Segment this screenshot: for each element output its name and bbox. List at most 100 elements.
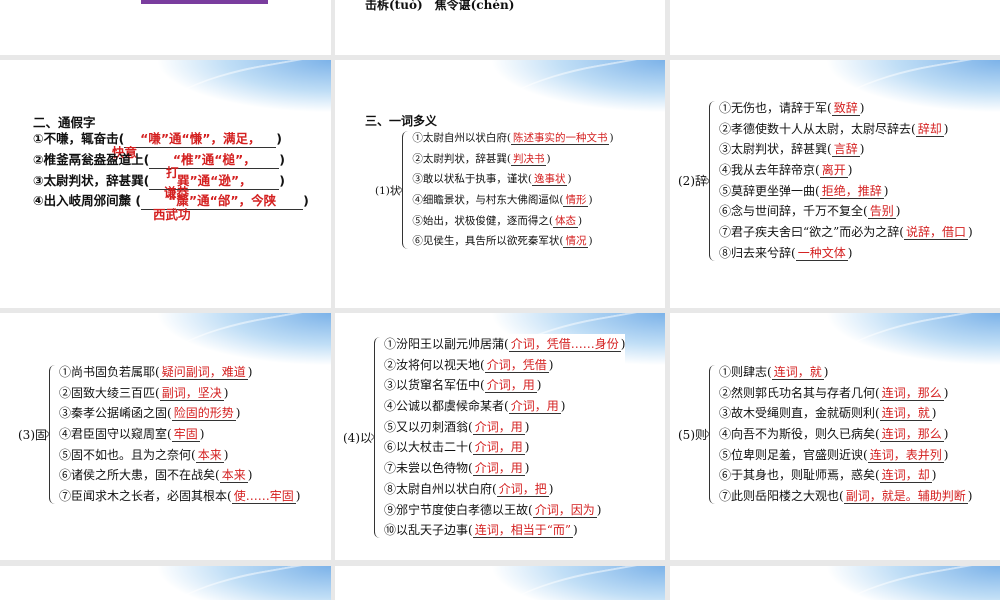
slide-top-left[interactable] [0,0,331,55]
answer-text: 一种文体 [795,245,848,261]
list-item: ⑧太尉自州以状白府(介词，把) [384,479,625,500]
list-item: ⑥见侯生，具告所以欲死秦军状(情况) [412,231,613,252]
list-item: ⑥念与世间辞，千万不复全(告别) [719,201,973,222]
list-item: ⑤始出，状极俊健，逐而得之(体态) [412,211,613,232]
example-list: ①尚书固负若属耶(疑问副词，难道) ②固致大绫三百匹(副词，坚决) ③秦孝公据崤函之… [59,362,300,507]
answer-text: 介词，用 [508,399,561,415]
list-item: ⑥于其身也，则耻师焉，惑矣(连词，却) [719,465,972,486]
answer-text: 体态 [552,214,578,228]
answer-text: 介词，用 [472,461,525,477]
answer-text: 连词，相当于“而” [472,523,573,539]
close-paren: ) [536,378,542,393]
slide-bottom-middle[interactable] [335,566,665,600]
list-item: ②固致大绫三百匹(副词，坚决) [59,383,300,404]
example-sentence: ⑥以大杖击二十( [384,440,473,455]
close-paren: ) [295,489,301,504]
list-item: ⑦君子疾夫舍曰“欲之”而必为之辞(说辞，借口) [719,222,973,243]
close-paren: ) [967,225,973,240]
brace-icon [374,337,381,538]
answer-text: 连词，那么 [879,427,944,443]
slide-bottom-left[interactable] [0,566,331,600]
slide-banner [0,566,331,600]
list-item: ④细瞻景状，与村东大佛阁逼似(情形) [412,190,613,211]
answer-text: 致辞 [831,101,860,116]
example-sentence: ⑧太尉自州以状白府( [384,481,497,496]
list-item: ①太尉自州以状白府(陈述事实的一种文书) [412,128,614,149]
close-paren: ) [247,468,253,483]
slide-top-middle[interactable]: 击柝(tuò) 焦令谌(chén) [335,0,665,55]
list-item: ⑥以大杖击二十(介词，用) [384,437,625,458]
answer-text: 连词，表并列 [867,447,944,463]
close-paren: ) [247,365,253,379]
close-paren: ) [548,481,554,496]
section-title: 三、一词多义 [365,114,438,128]
example-list: ①无伤也，请辞于军(致辞) ②孝德使数十人从太尉，太尉尽辞去(辞却) ③太尉判状，辞… [719,98,973,264]
close-paren: ) [588,194,593,207]
slide-ci[interactable]: (2)辞 ①无伤也，请辞于军(致辞) ②孝德使数十人从太尉，太尉尽辞去(辞却) ③太… [670,60,1000,308]
example-sentence: ④细瞻景状，与村东大佛阁逼似( [412,194,564,207]
answer-text: 本来 [195,447,224,463]
word-group-zhuang: (1)状 ①太尉自州以状白府(陈述事实的一种文书) ②太尉判状，辞甚巽(判决书) ③… [375,128,614,252]
purple-title-bar [141,0,268,4]
close-paren: ) [235,406,241,421]
answer-overflow: 西武功 [153,207,191,222]
close-paren: ) [859,142,865,157]
example-sentence: ①尚书固负若属耶( [59,365,160,379]
example-sentence: ⑦未尝以色待物( [384,461,473,476]
close-paren: ) [847,245,853,260]
list-item: ②太尉判状，辞甚巽(判决书) [412,149,613,170]
close-paren: ) [223,385,229,400]
word-group-yi: (4)以 ①汾阳王以副元帅居蒲(介词，凭借……身份) ②汝将何以视天地(介词，凭借… [343,334,626,541]
slide-banner [335,60,665,118]
example-sentence: ③秦孝公据崤函之固( [59,406,172,421]
slide-banner [670,566,1000,600]
list-item: ③秦孝公据崤函之固(险固的形势) [59,403,300,424]
slide-gu[interactable]: (3)固 ①尚书固负若属耶(疑问副词，难道) ②固致大绫三百匹(副词，坚决) ③秦孝… [0,313,331,560]
list-item: ⑤位卑则足羞，官盛则近谀(连词，表并列) [719,445,972,466]
answer-text: 副词，坚决 [159,385,224,401]
close-paren: ) [943,427,949,442]
word-group-ci: (2)辞 ①无伤也，请辞于军(致辞) ②孝德使数十人从太尉，太尉尽辞去(辞却) ③太… [678,98,973,264]
slide-bottom-right[interactable] [670,566,1000,600]
answer-text: 介词，凭借 [484,357,549,373]
slide-yi[interactable]: (4)以 ①汾阳王以副元帅居蒲(介词，凭借……身份) ②汝将何以视天地(介词，凭借… [335,313,665,560]
answer-text: 陈述事实的一种文书 [510,132,610,145]
answer-text: 离开 [819,163,848,179]
close-paren: ) [895,204,901,219]
answer-text: 连词，就 [771,365,824,380]
example-sentence: ⑦君子疾夫舍曰“欲之”而必为之辞( [719,225,904,240]
slide-ze[interactable]: (5)则 ①则肆志(连词，就) ②然则郭氏功名其与存者几何(连词，那么) ③故木受绳… [670,313,1000,560]
list-item: ⑤莫辞更坐弹一曲(拒绝，推辞) [719,181,973,202]
example-sentence: ①汾阳王以副元帅居蒲( [384,337,509,351]
close-paren: ) [931,468,937,483]
close-paren: ) [567,173,572,186]
list-item: ①汾阳王以副元帅居蒲(介词，凭借……身份) [384,334,625,355]
example-list: ①太尉自州以状白府(陈述事实的一种文书) ②太尉判状，辞甚巽(判决书) ③敢以状私于… [412,128,614,252]
example-sentence: ②汝将何以视天地( [384,357,485,372]
answer-overflow: 谦恭 [164,185,190,200]
example-sentence: ⑤莫辞更坐弹一曲( [719,183,820,198]
close-paren: ) [524,419,530,434]
tongjia-item-3: ③太尉判状，辞甚巽(巽”通“逊”，) [33,170,285,190]
example-sentence: ⑥于其身也，则耻师焉，惑矣( [719,468,880,483]
close-paren: ) [577,214,583,227]
brace-icon [49,365,56,504]
answer-text: 介词，因为 [532,502,597,518]
example-sentence: ①太尉自州以状白府( [412,132,511,144]
slide-zhuang[interactable]: 三、一词多义 (1)状 ①太尉自州以状白府(陈述事实的一种文书) ②太尉判状，辞甚… [335,60,665,308]
close-paren: ) [859,101,865,115]
answer-text: 介词，用 [472,440,525,456]
word-group-ze: (5)则 ①则肆志(连词，就) ②然则郭氏功名其与存者几何(连词，那么) ③故木受绳… [678,362,972,507]
answer-text: 言辞 [831,142,860,158]
slide-tongjiazi[interactable]: 二、通假字 ①不嗛，辄奋击(“嗛”通“慊”，满足，) 快意 ②椎釜鬲瓮盎盈道上(… [0,60,331,308]
example-sentence: ②太尉判状，辞甚巽( [412,152,511,165]
close-paren: ) [609,132,614,144]
answer-text: 介词，把 [496,481,549,497]
close-paren: ) [546,152,551,165]
example-sentence: ⑤又以刃刺酒翁( [384,419,473,434]
slide-top-right[interactable] [670,0,1000,55]
list-item: ①则肆志(连词，就) [719,362,972,383]
example-sentence: ③敢以状私于执事，谨状( [412,173,532,186]
close-paren: ) [943,121,949,136]
example-sentence: ③故木受绳则直，金就砺则利( [719,406,880,421]
